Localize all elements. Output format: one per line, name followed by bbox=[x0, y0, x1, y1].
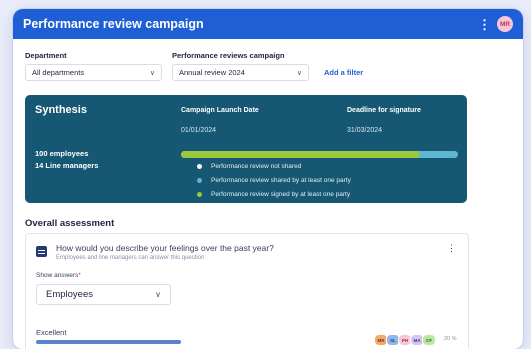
launch-date-value: 01/01/2024 bbox=[181, 127, 217, 134]
campaign-label: Performance reviews campaign bbox=[172, 51, 285, 60]
legend-label: Performance review not shared bbox=[211, 163, 302, 170]
chevron-down-icon: ∨ bbox=[155, 290, 161, 299]
overall-assessment-title: Overall assessment bbox=[25, 218, 115, 229]
chevron-down-icon: ∨ bbox=[296, 69, 302, 77]
legend-item-signed: Performance review signed by at least on… bbox=[197, 191, 350, 198]
more-options-icon[interactable]: ⋮ bbox=[478, 18, 491, 31]
department-label: Department bbox=[25, 51, 67, 60]
line-managers-count: 14 Line managers bbox=[35, 161, 99, 170]
legend-label: Performance review shared by at least on… bbox=[211, 177, 351, 184]
synthesis-title: Synthesis bbox=[35, 104, 87, 116]
add-filter-link[interactable]: Add a filter bbox=[324, 68, 363, 77]
campaign-select-value: Annual review 2024 bbox=[179, 68, 245, 77]
legend-item-shared: Performance review shared by at least on… bbox=[197, 177, 351, 184]
page-title: Performance review campaign bbox=[23, 17, 204, 31]
legend-dot bbox=[197, 178, 202, 183]
app-window: Performance review campaign ⋮ MR Departm… bbox=[13, 9, 523, 349]
progress-segment-signed bbox=[181, 151, 420, 158]
deadline-label: Deadline for signature bbox=[347, 107, 421, 114]
department-select-value: All departments bbox=[32, 68, 85, 77]
required-mark: * bbox=[78, 272, 81, 279]
filters-bar: Department All departments ∨ Performance… bbox=[25, 51, 511, 87]
show-answers-select[interactable]: Employees ∨ bbox=[36, 284, 171, 305]
chevron-down-icon: ∨ bbox=[149, 69, 155, 77]
synthesis-panel: Synthesis Campaign Launch Date 01/01/202… bbox=[25, 95, 467, 203]
question-subtitle: Employees and line managers can answer t… bbox=[56, 255, 205, 261]
option-percent: 20 % bbox=[444, 336, 457, 342]
department-select[interactable]: All departments ∨ bbox=[25, 64, 162, 81]
employees-count: 100 employees bbox=[35, 149, 89, 158]
deadline-value: 31/03/2024 bbox=[347, 127, 383, 134]
campaign-select[interactable]: Annual review 2024 ∨ bbox=[172, 64, 309, 81]
option-result-bar bbox=[36, 340, 181, 344]
launch-date-label: Campaign Launch Date bbox=[181, 107, 259, 114]
legend-label: Performance review signed by at least on… bbox=[211, 191, 351, 198]
legend-item-not-shared: Performance review not shared bbox=[197, 163, 301, 170]
more-options-icon[interactable]: ⋮ bbox=[447, 243, 456, 254]
form-icon bbox=[36, 246, 47, 257]
legend-dot bbox=[197, 164, 202, 169]
show-answers-label: Show answers* bbox=[36, 272, 81, 279]
progress-bar bbox=[181, 151, 458, 158]
legend-dot bbox=[197, 192, 202, 197]
question-title: How would you describe your feelings ove… bbox=[56, 243, 274, 253]
avatar[interactable]: MR bbox=[497, 16, 513, 32]
header-bar: Performance review campaign ⋮ MR bbox=[13, 9, 523, 39]
show-answers-value: Employees bbox=[46, 289, 93, 300]
show-answers-text: Show answers bbox=[36, 272, 79, 279]
question-card: How would you describe your feelings ove… bbox=[25, 233, 469, 349]
